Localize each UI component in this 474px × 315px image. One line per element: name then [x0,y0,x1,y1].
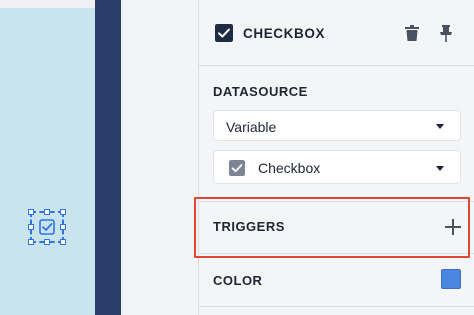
panel-gap [121,0,198,315]
resize-handle[interactable] [44,239,50,245]
resize-handle[interactable] [28,209,34,215]
resize-handle[interactable] [28,239,34,245]
checkbox-widget[interactable] [28,209,66,245]
trash-icon[interactable] [405,25,419,41]
plus-icon[interactable] [445,219,461,235]
datasource-type-value: Variable [226,119,277,135]
datasource-variable-value: Checkbox [258,160,321,176]
pin-icon[interactable] [439,25,453,42]
checkbox-widget-icon [39,219,55,235]
checkbox-checked-icon [215,24,233,42]
panel-title: CHECKBOX [243,26,326,41]
resize-handle[interactable] [44,209,50,215]
canvas-area[interactable] [0,0,95,315]
triggers-label: TRIGGERS [213,219,285,234]
triggers-section[interactable]: TRIGGERS [194,197,474,258]
datasource-label: DATASOURCE [213,84,308,99]
canvas-background [0,8,95,315]
resize-handle[interactable] [60,224,66,230]
datasource-variable-select[interactable]: Checkbox [213,150,461,184]
property-panel: CHECKBOX DATASOURCE Variable Checkbox TR… [194,0,474,315]
resize-handle[interactable] [60,239,66,245]
resize-handle[interactable] [60,209,66,215]
checkbox-variable-icon [229,160,245,176]
canvas-side-strip [95,0,121,315]
divider [199,306,474,307]
datasource-type-select[interactable]: Variable [213,110,461,141]
panel-header: CHECKBOX [199,0,474,66]
resize-handle[interactable] [28,224,34,230]
color-label: COLOR [213,273,263,288]
caret-down-icon [436,124,444,129]
color-swatch[interactable] [441,269,461,289]
caret-down-icon [436,166,444,171]
